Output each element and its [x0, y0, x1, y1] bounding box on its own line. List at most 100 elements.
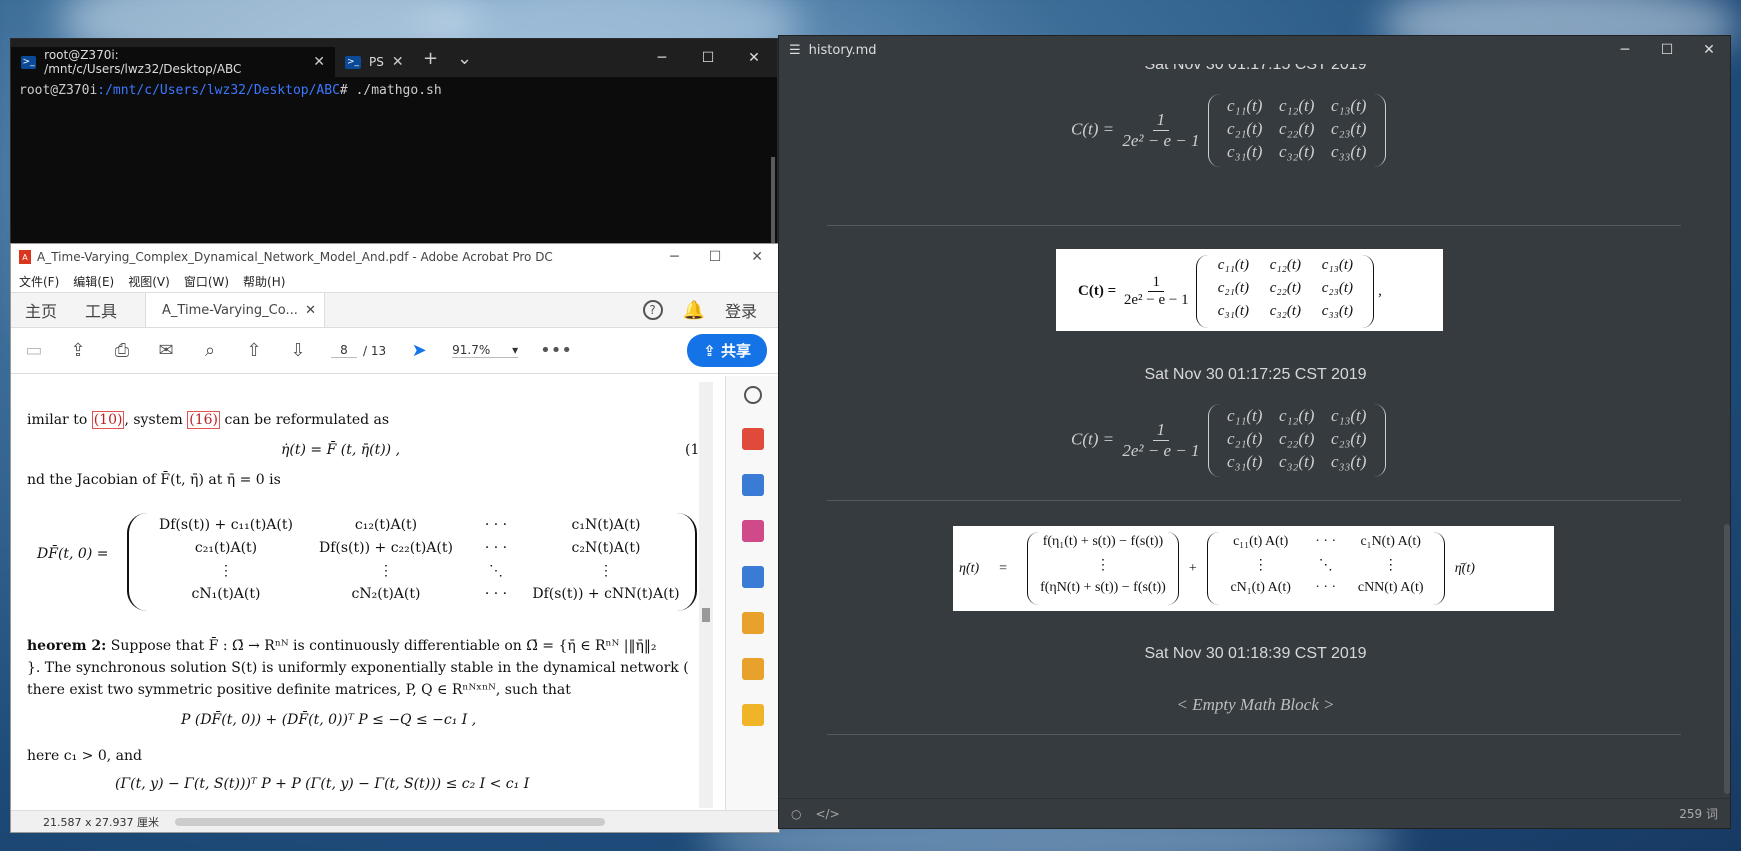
maximize-button[interactable]: ☐	[1646, 42, 1688, 58]
terminal-tabbar: >_ root@Z370i: /mnt/c/Users/lwz32/Deskto…	[11, 39, 777, 77]
acrobat-statusbar: 21.587 x 27.937 厘米	[11, 810, 779, 832]
matrix-row: ⋮ ⋮ ⋱ ⋮	[219, 563, 613, 579]
comment-icon[interactable]	[741, 704, 764, 726]
close-button[interactable]: ✕	[1688, 42, 1730, 58]
pdf-text-line: there exist two symmetric positive defin…	[27, 682, 571, 698]
editor-scrollbar[interactable]	[1724, 524, 1730, 794]
create-pdf-icon[interactable]	[741, 474, 764, 496]
minimize-button[interactable]: ─	[1604, 42, 1646, 58]
empty-math-block[interactable]: < Empty Math Block >	[779, 695, 1732, 715]
hamburger-menu-icon[interactable]: ☰	[789, 43, 801, 58]
pdf-vertical-scrollbar[interactable]	[699, 382, 713, 808]
chevron-down-icon[interactable]: ⌄	[448, 48, 482, 69]
zoom-select[interactable]: 91.7% ▾	[452, 343, 519, 358]
horizontal-rule	[827, 734, 1681, 735]
menu-edit[interactable]: 编辑(E)	[73, 273, 114, 290]
menu-file[interactable]: 文件(F)	[19, 273, 59, 290]
window-controls: ─ ☐ ✕	[639, 50, 777, 66]
equation-lhs: η̇(t)	[959, 560, 980, 576]
math-block[interactable]: C(t) = 1 2e² − e − 1 c₁₁(t) c₁₂(t) c₁₃(t) c…	[1071, 404, 1386, 477]
tab-home[interactable]: 主页	[11, 293, 71, 327]
shell-icon: >_	[21, 55, 37, 69]
scrollbar-thumb[interactable]	[702, 608, 710, 622]
editor-content[interactable]: Sat Nov 30 01:17:15 CST 2019 C(t) = 1 2e²…	[779, 64, 1732, 800]
terminal-tab-ps[interactable]: >_ PS ✕	[335, 47, 414, 77]
page-down-icon[interactable]: ⇩	[287, 340, 309, 361]
maximize-button[interactable]: ☐	[685, 50, 731, 66]
pdf-text-line: here c₁ > 0, and	[27, 748, 142, 764]
document-tab-label: A_Time-Varying_Co...	[162, 302, 298, 318]
share-label: 共享	[720, 342, 751, 360]
tab-document[interactable]: A_Time-Varying_Co... ✕	[145, 293, 326, 327]
tools-rail	[725, 376, 779, 812]
matrix-row: cN₁(t)A(t) cN₂(t)A(t) · · · Df(s(t)) + cNN(…	[191, 586, 680, 602]
more-icon[interactable]: •••	[540, 340, 572, 361]
equation-lhs: C(t) =	[1071, 119, 1115, 139]
chevron-down-icon: ▾	[512, 343, 519, 357]
print-icon[interactable]: ⎙	[111, 340, 133, 361]
jacobian-matrix: Df(s(t)) + c₁₁(t)A(t) c₁₂(t)A(t) · · · c₁N(…	[127, 513, 697, 611]
search-icon[interactable]: ⌕	[199, 340, 221, 361]
typora-window: ☰ history.md ─ ☐ ✕ Sat Nov 30 01:17:15 C…	[778, 35, 1731, 829]
word-count[interactable]: 259 词	[1679, 805, 1718, 822]
rendered-equation-image: η̇(t) = f(η₁(t) + s(t)) − f(s(t)) ⋮ f(ηN…	[953, 526, 1554, 611]
equation-rhs: η̄(t)	[1454, 560, 1475, 576]
acrobat-window: A A_Time-Varying_Complex_Dynamical_Netwo…	[10, 243, 780, 833]
save-icon[interactable]: ▭	[23, 340, 45, 361]
email-icon[interactable]: ✉	[155, 340, 177, 361]
terminal-output[interactable]: root@Z370i:/mnt/c/Users/lwz32/Desktop/AB…	[11, 77, 777, 104]
close-button[interactable]: ✕	[751, 249, 763, 265]
math-block[interactable]: C(t) = 1 2e² − e − 1 c₁₁(t) c₁₂(t) c₁₃(t) c…	[1071, 94, 1386, 167]
edit-pdf-icon[interactable]	[741, 566, 764, 588]
terminal-tab-label: PS	[369, 55, 384, 69]
terminal-tab-active[interactable]: >_ root@Z370i: /mnt/c/Users/lwz32/Deskto…	[11, 47, 335, 77]
jacobian-label: DF̄(t, 0) =	[37, 546, 109, 562]
close-icon[interactable]: ✕	[313, 54, 325, 70]
prompt-user: root@Z370i	[19, 83, 98, 98]
share-button[interactable]: ⇪ 共享	[687, 334, 767, 367]
upload-icon[interactable]: ⇪	[67, 340, 89, 361]
new-tab-button[interactable]: +	[414, 48, 448, 69]
matrix: c₁₁(t) A(t) · · · c₁N(t) A(t) ⋮ ⋱ ⋮ cN₁(t) A…	[1206, 532, 1445, 605]
terminal-tab-label: root@Z370i: /mnt/c/Users/lwz32/Desktop/A…	[44, 48, 242, 76]
maximize-button[interactable]: ☐	[709, 249, 722, 265]
menu-help[interactable]: 帮助(H)	[243, 273, 285, 290]
pdf-horizontal-scrollbar[interactable]	[174, 817, 605, 826]
pdf-equation: η̇(t) = F̄ (t, η̄(t)) ,	[281, 442, 401, 458]
tab-tools[interactable]: 工具	[71, 293, 131, 327]
vector: f(η₁(t) + s(t)) − f(s(t)) ⋮ f(ηN(t) + s(…	[1027, 532, 1179, 605]
file-title: history.md	[808, 42, 877, 58]
matrix: c₁₁(t) c₁₂(t) c₁₃(t) c₂₁(t) c₂₂(t) c₂₃(t) c₃…	[1207, 404, 1386, 477]
fill-sign-icon[interactable]	[741, 658, 764, 680]
acrobat-tabbar-right: ? 🔔 登录	[642, 293, 779, 327]
zoom-icon[interactable]	[743, 386, 762, 404]
timestamp: Sat Nov 30 01:17:25 CST 2019	[1144, 366, 1367, 383]
export-pdf-icon[interactable]	[741, 428, 764, 450]
matrix: c₁₁(t) c₁₂(t) c₁₃(t) c₂₁(t) c₂₂(t) c₂₃(t) c₃…	[1207, 94, 1386, 167]
minimize-button[interactable]: ─	[670, 249, 678, 265]
source-code-icon[interactable]: </>	[815, 807, 839, 821]
compress-icon[interactable]	[741, 612, 764, 634]
page-up-icon[interactable]: ⇧	[243, 340, 265, 361]
menu-view[interactable]: 视图(V)	[128, 273, 170, 290]
close-icon[interactable]: ✕	[305, 303, 316, 318]
fraction: 1 2e² − e − 1	[1123, 274, 1189, 308]
outline-toggle-icon[interactable]: ○	[791, 807, 801, 821]
login-link[interactable]: 登录	[725, 298, 757, 322]
acrobat-titlebar: A A_Time-Varying_Complex_Dynamical_Netwo…	[11, 244, 779, 270]
close-button[interactable]: ✕	[731, 50, 777, 66]
menu-window[interactable]: 窗口(W)	[184, 273, 229, 290]
pdf-page[interactable]: imilar to (10), system (16) can be refor…	[11, 376, 727, 812]
help-icon[interactable]: ?	[642, 300, 663, 320]
bell-icon[interactable]: 🔔	[683, 300, 705, 321]
matrix-row: c₂₁(t)A(t) Df(s(t)) + c₂₂(t)A(t) · · · c₂N(…	[194, 540, 641, 556]
organize-pages-icon[interactable]	[741, 520, 764, 542]
prompt-path: :/mnt/c/Users/lwz32/Desktop/ABC	[97, 83, 340, 98]
close-icon[interactable]: ✕	[392, 54, 404, 70]
window-controls: ─ ☐ ✕	[670, 249, 771, 265]
select-cursor-icon[interactable]: ➤	[408, 340, 430, 361]
powershell-icon: >_	[345, 55, 361, 69]
minimize-button[interactable]: ─	[639, 50, 685, 66]
page-number-input[interactable]: 8	[331, 343, 357, 358]
equation-lhs: C(t) =	[1078, 282, 1117, 299]
